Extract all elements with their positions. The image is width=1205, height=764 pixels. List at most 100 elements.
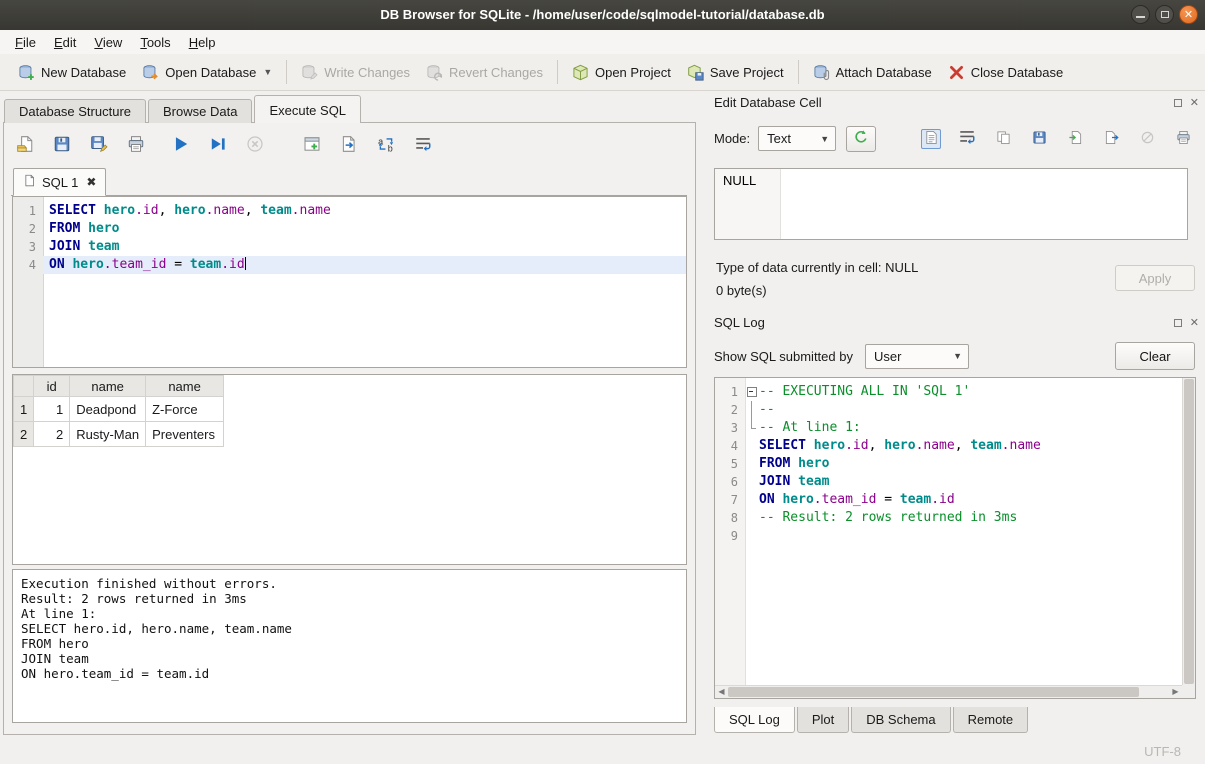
open-database-button[interactable]: Open Database▼ <box>134 59 280 86</box>
close-icon[interactable]: ✕ <box>1190 98 1199 108</box>
collapse-icon[interactable] <box>745 383 759 401</box>
print-icon <box>127 135 145 156</box>
execution-message: Execution finished without errors. Resul… <box>13 570 686 687</box>
print-cell-button[interactable] <box>1173 129 1193 149</box>
column-header[interactable]: id <box>34 376 70 397</box>
code-line: FROM hero <box>759 455 829 473</box>
chevron-down-icon[interactable]: ▼ <box>263 67 272 77</box>
sql-log-filter-row: Show SQL submitted by User ▼ Clear <box>714 341 1195 371</box>
dock-tab-plot[interactable]: Plot <box>797 707 849 733</box>
log-line: 8-- Result: 2 rows returned in 3ms <box>715 509 1182 527</box>
save-button[interactable] <box>1029 129 1049 149</box>
maximize-button[interactable] <box>1155 5 1174 24</box>
code-token: .name <box>1002 438 1041 453</box>
execute-current-line-button[interactable] <box>205 132 231 158</box>
scroll-left-icon[interactable]: ◀ <box>715 686 728 698</box>
close-icon[interactable]: ✕ <box>1190 318 1199 328</box>
table-cell[interactable]: Rusty-Man <box>70 422 146 447</box>
float-icon[interactable] <box>1174 319 1182 327</box>
menu-file[interactable]: File <box>6 32 45 53</box>
mode-label: Mode: <box>714 131 750 146</box>
minimize-icon <box>1136 16 1145 18</box>
code-token: = <box>166 257 189 272</box>
attach-database-button[interactable]: Attach Database <box>805 59 940 86</box>
save-project-button[interactable]: Save Project <box>679 59 792 86</box>
execute-all-button[interactable] <box>168 132 194 158</box>
toolbar-separator <box>557 60 558 84</box>
apply-format-button[interactable] <box>846 126 876 152</box>
horizontal-scrollbar[interactable]: ◀ ▶ <box>715 685 1182 698</box>
cell-size-text: 0 byte(s) <box>716 283 767 298</box>
close-database-button[interactable]: Close Database <box>940 59 1072 86</box>
save-sql-file-button[interactable] <box>49 132 75 158</box>
word-wrap-button[interactable] <box>957 129 977 149</box>
menu-help[interactable]: Help <box>180 32 225 53</box>
clear-button[interactable]: Clear <box>1115 342 1195 370</box>
text-mode-button[interactable] <box>921 129 941 149</box>
code-token: -- EXECUTING ALL IN 'SQL 1' <box>759 384 970 399</box>
table-cell[interactable]: Deadpond <box>70 397 146 422</box>
export-results-button[interactable] <box>336 132 362 158</box>
submitted-by-value: User <box>874 349 901 364</box>
cell-editor[interactable]: NULL <box>714 168 1188 240</box>
dock-tab-sql-log[interactable]: SQL Log <box>714 707 795 733</box>
table-cell[interactable]: Z-Force <box>146 397 224 422</box>
table-cell[interactable]: 2 <box>34 422 70 447</box>
menu-bar: FileEditViewToolsHelp <box>0 30 1205 54</box>
scrollbar-thumb[interactable] <box>728 687 1139 697</box>
code-token: FROM <box>49 221 80 236</box>
export-icon <box>1104 130 1119 148</box>
save-as-button[interactable] <box>86 132 112 158</box>
close-tab-icon[interactable]: ✖ <box>86 175 96 189</box>
set-null-icon <box>1140 130 1155 148</box>
menu-view[interactable]: View <box>85 32 131 53</box>
menu-tools[interactable]: Tools <box>131 32 179 53</box>
menu-edit[interactable]: Edit <box>45 32 85 53</box>
fold-guide <box>745 509 759 527</box>
close-icon: ✕ <box>1180 8 1197 23</box>
open-new-tab-button[interactable] <box>299 132 325 158</box>
editor-line: 3JOIN team <box>13 238 686 256</box>
sql-editor[interactable]: 1SELECT hero.id, hero.name, team.name2FR… <box>12 196 687 368</box>
tab-database-structure[interactable]: Database Structure <box>4 99 146 123</box>
mode-select[interactable]: Text ▼ <box>758 126 836 151</box>
minimize-button[interactable] <box>1131 5 1150 24</box>
dock-tab-remote[interactable]: Remote <box>953 707 1029 733</box>
column-header[interactable]: name <box>146 376 224 397</box>
table-header-row: idnamename <box>14 376 224 397</box>
toolbar-button-label: New Database <box>41 65 126 80</box>
find-replace-button[interactable]: ab <box>373 132 399 158</box>
close-button[interactable]: ✕ <box>1179 5 1198 24</box>
dock-tab-db-schema[interactable]: DB Schema <box>851 707 950 733</box>
code-token: .team_id <box>814 492 877 507</box>
copy-button[interactable] <box>993 129 1013 149</box>
column-header[interactable]: name <box>70 376 146 397</box>
write-changes-button: Write Changes <box>293 59 418 86</box>
open-project-button[interactable]: Open Project <box>564 59 679 86</box>
open-sql-file-button[interactable] <box>12 132 38 158</box>
tab-sql-1[interactable]: SQL 1 ✖ <box>13 168 106 196</box>
code-token <box>96 203 104 218</box>
import-button[interactable] <box>1065 129 1085 149</box>
tab-browse-data[interactable]: Browse Data <box>148 99 252 123</box>
float-icon[interactable] <box>1174 99 1182 107</box>
tab-execute-sql[interactable]: Execute SQL <box>254 95 361 123</box>
code-token: SELECT <box>49 203 96 218</box>
code-line: FROM hero <box>43 220 686 238</box>
scroll-right-icon[interactable]: ▶ <box>1169 686 1182 698</box>
table-cell[interactable]: Preventers <box>146 422 224 447</box>
print-button[interactable] <box>123 132 149 158</box>
log-line: 4SELECT hero.id, hero.name, team.name <box>715 437 1182 455</box>
export-button[interactable] <box>1101 129 1121 149</box>
word-wrap-button[interactable] <box>410 132 436 158</box>
submitted-by-select[interactable]: User ▼ <box>865 344 969 369</box>
row-number[interactable]: 1 <box>14 397 34 422</box>
scrollbar-thumb[interactable] <box>1184 379 1194 684</box>
row-number[interactable]: 2 <box>14 422 34 447</box>
table-cell[interactable]: 1 <box>34 397 70 422</box>
vertical-scrollbar[interactable] <box>1182 378 1195 685</box>
new-database-button[interactable]: New Database <box>10 59 134 86</box>
stop-button <box>242 132 268 158</box>
code-token: team <box>190 257 221 272</box>
line-number: 8 <box>715 509 745 527</box>
